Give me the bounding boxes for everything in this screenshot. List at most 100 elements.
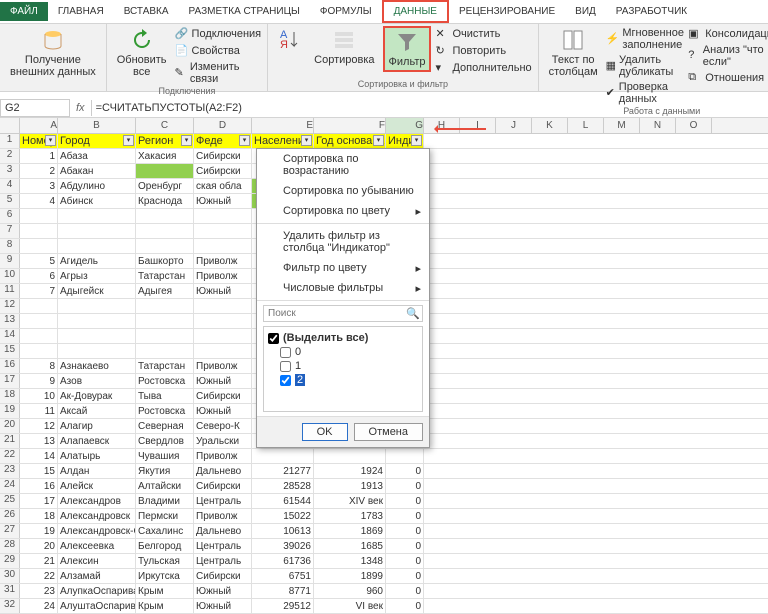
cell[interactable] <box>58 314 136 328</box>
cell[interactable]: Приволж <box>194 254 252 268</box>
row-header[interactable]: 22 <box>0 449 20 463</box>
cell[interactable]: 1899 <box>314 569 386 583</box>
cell[interactable]: Агрыз <box>58 269 136 283</box>
cell[interactable]: Алтайски <box>136 479 194 493</box>
filter-dropdown-icon[interactable]: ▾ <box>123 135 134 146</box>
filter-dropdown-icon[interactable]: ▾ <box>239 135 250 146</box>
cell[interactable] <box>136 329 194 343</box>
row-header[interactable]: 5 <box>0 194 20 208</box>
cell[interactable]: Башкорто <box>136 254 194 268</box>
cell[interactable]: Азов <box>58 374 136 388</box>
filter-cancel-button[interactable]: Отмена <box>354 423 423 441</box>
cell[interactable]: 0 <box>386 509 424 523</box>
cell[interactable]: Якутия <box>136 464 194 478</box>
cell[interactable] <box>386 449 424 463</box>
cell[interactable] <box>58 299 136 313</box>
cell[interactable]: Ростовска <box>136 404 194 418</box>
row-header[interactable]: 7 <box>0 224 20 238</box>
row-header[interactable]: 25 <box>0 494 20 508</box>
cell[interactable]: Уральски <box>194 434 252 448</box>
row-header[interactable]: 23 <box>0 464 20 478</box>
cell[interactable]: 0 <box>386 464 424 478</box>
cell[interactable]: Краснода <box>136 194 194 208</box>
remove-duplicates-button[interactable]: ▦Удалить дубликаты <box>606 53 685 79</box>
text-to-columns-button[interactable]: Текст по столбцам <box>545 26 602 80</box>
cell[interactable]: Алейск <box>58 479 136 493</box>
cell[interactable]: 4 <box>20 194 58 208</box>
row-header[interactable]: 13 <box>0 314 20 328</box>
cell[interactable]: 0 <box>386 479 424 493</box>
row-header[interactable]: 24 <box>0 479 20 493</box>
tab-insert[interactable]: ВСТАВКА <box>114 2 179 21</box>
row-header[interactable]: 31 <box>0 584 20 598</box>
cell[interactable]: 39026 <box>252 539 314 553</box>
row-header[interactable]: 32 <box>0 599 20 613</box>
cell[interactable]: Абаза <box>58 149 136 163</box>
col-header[interactable]: K <box>532 118 568 133</box>
col-header[interactable]: O <box>676 118 712 133</box>
cell[interactable]: 21 <box>20 554 58 568</box>
row-header[interactable]: 14 <box>0 329 20 343</box>
cell[interactable]: Абдулино <box>58 179 136 193</box>
cell[interactable]: Сибирски <box>194 149 252 163</box>
cell[interactable] <box>58 329 136 343</box>
cell[interactable]: Южный <box>194 404 252 418</box>
cell[interactable] <box>136 299 194 313</box>
cell[interactable]: Сибирски <box>194 479 252 493</box>
cell[interactable]: Азнакаево <box>58 359 136 373</box>
col-header[interactable]: F <box>314 118 386 133</box>
cell[interactable] <box>20 344 58 358</box>
cell[interactable]: 1348 <box>314 554 386 568</box>
cell[interactable]: Дальнево <box>194 524 252 538</box>
cell[interactable]: 1 <box>20 149 58 163</box>
row-header[interactable]: 17 <box>0 374 20 388</box>
cell[interactable]: Приволж <box>194 269 252 283</box>
cell[interactable]: Владими <box>136 494 194 508</box>
sort-desc-item[interactable]: Сортировка по убыванию <box>257 181 429 201</box>
cell[interactable]: 0 <box>386 539 424 553</box>
filter-dropdown-icon[interactable]: ▾ <box>45 135 56 146</box>
header-cell[interactable]: Регион▾ <box>136 134 194 148</box>
cell[interactable]: Северная <box>136 419 194 433</box>
cell[interactable]: 5 <box>20 254 58 268</box>
cell[interactable]: 10613 <box>252 524 314 538</box>
cell[interactable]: Тыва <box>136 389 194 403</box>
name-box[interactable] <box>0 99 70 117</box>
cell[interactable]: 6751 <box>252 569 314 583</box>
cell[interactable]: 18 <box>20 509 58 523</box>
tab-formulas[interactable]: ФОРМУЛЫ <box>310 2 382 21</box>
cell[interactable] <box>194 239 252 253</box>
cell[interactable]: 960 <box>314 584 386 598</box>
cell[interactable]: 7 <box>20 284 58 298</box>
cell[interactable]: Хакасия <box>136 149 194 163</box>
cell[interactable]: Централь <box>194 494 252 508</box>
cell[interactable]: 2 <box>20 164 58 178</box>
cell[interactable]: 61544 <box>252 494 314 508</box>
cell[interactable] <box>58 344 136 358</box>
col-header[interactable]: C <box>136 118 194 133</box>
cell[interactable]: Приволж <box>194 509 252 523</box>
row-header[interactable]: 21 <box>0 434 20 448</box>
col-header[interactable]: B <box>58 118 136 133</box>
row-header[interactable]: 11 <box>0 284 20 298</box>
cell[interactable]: 1924 <box>314 464 386 478</box>
relations-button[interactable]: ⧉Отношения <box>688 70 768 86</box>
cell[interactable]: Адыгейск <box>58 284 136 298</box>
cell[interactable]: Централь <box>194 554 252 568</box>
cell[interactable]: 8 <box>20 359 58 373</box>
cell[interactable]: Алдан <box>58 464 136 478</box>
cell[interactable]: 12 <box>20 419 58 433</box>
cell[interactable]: Южный <box>194 584 252 598</box>
filter-dropdown-icon[interactable]: ▾ <box>411 135 422 146</box>
cell[interactable]: Татарстан <box>136 359 194 373</box>
cell[interactable]: Южный <box>194 374 252 388</box>
cell[interactable] <box>20 239 58 253</box>
header-cell[interactable]: Феде▾ <box>194 134 252 148</box>
filter-button[interactable]: Фильтр <box>383 26 432 72</box>
cell[interactable]: 13 <box>20 434 58 448</box>
cell[interactable]: 0 <box>386 569 424 583</box>
cell[interactable]: 1869 <box>314 524 386 538</box>
col-header[interactable]: G <box>386 118 424 133</box>
cell[interactable] <box>314 449 386 463</box>
cell[interactable]: Александров <box>58 494 136 508</box>
